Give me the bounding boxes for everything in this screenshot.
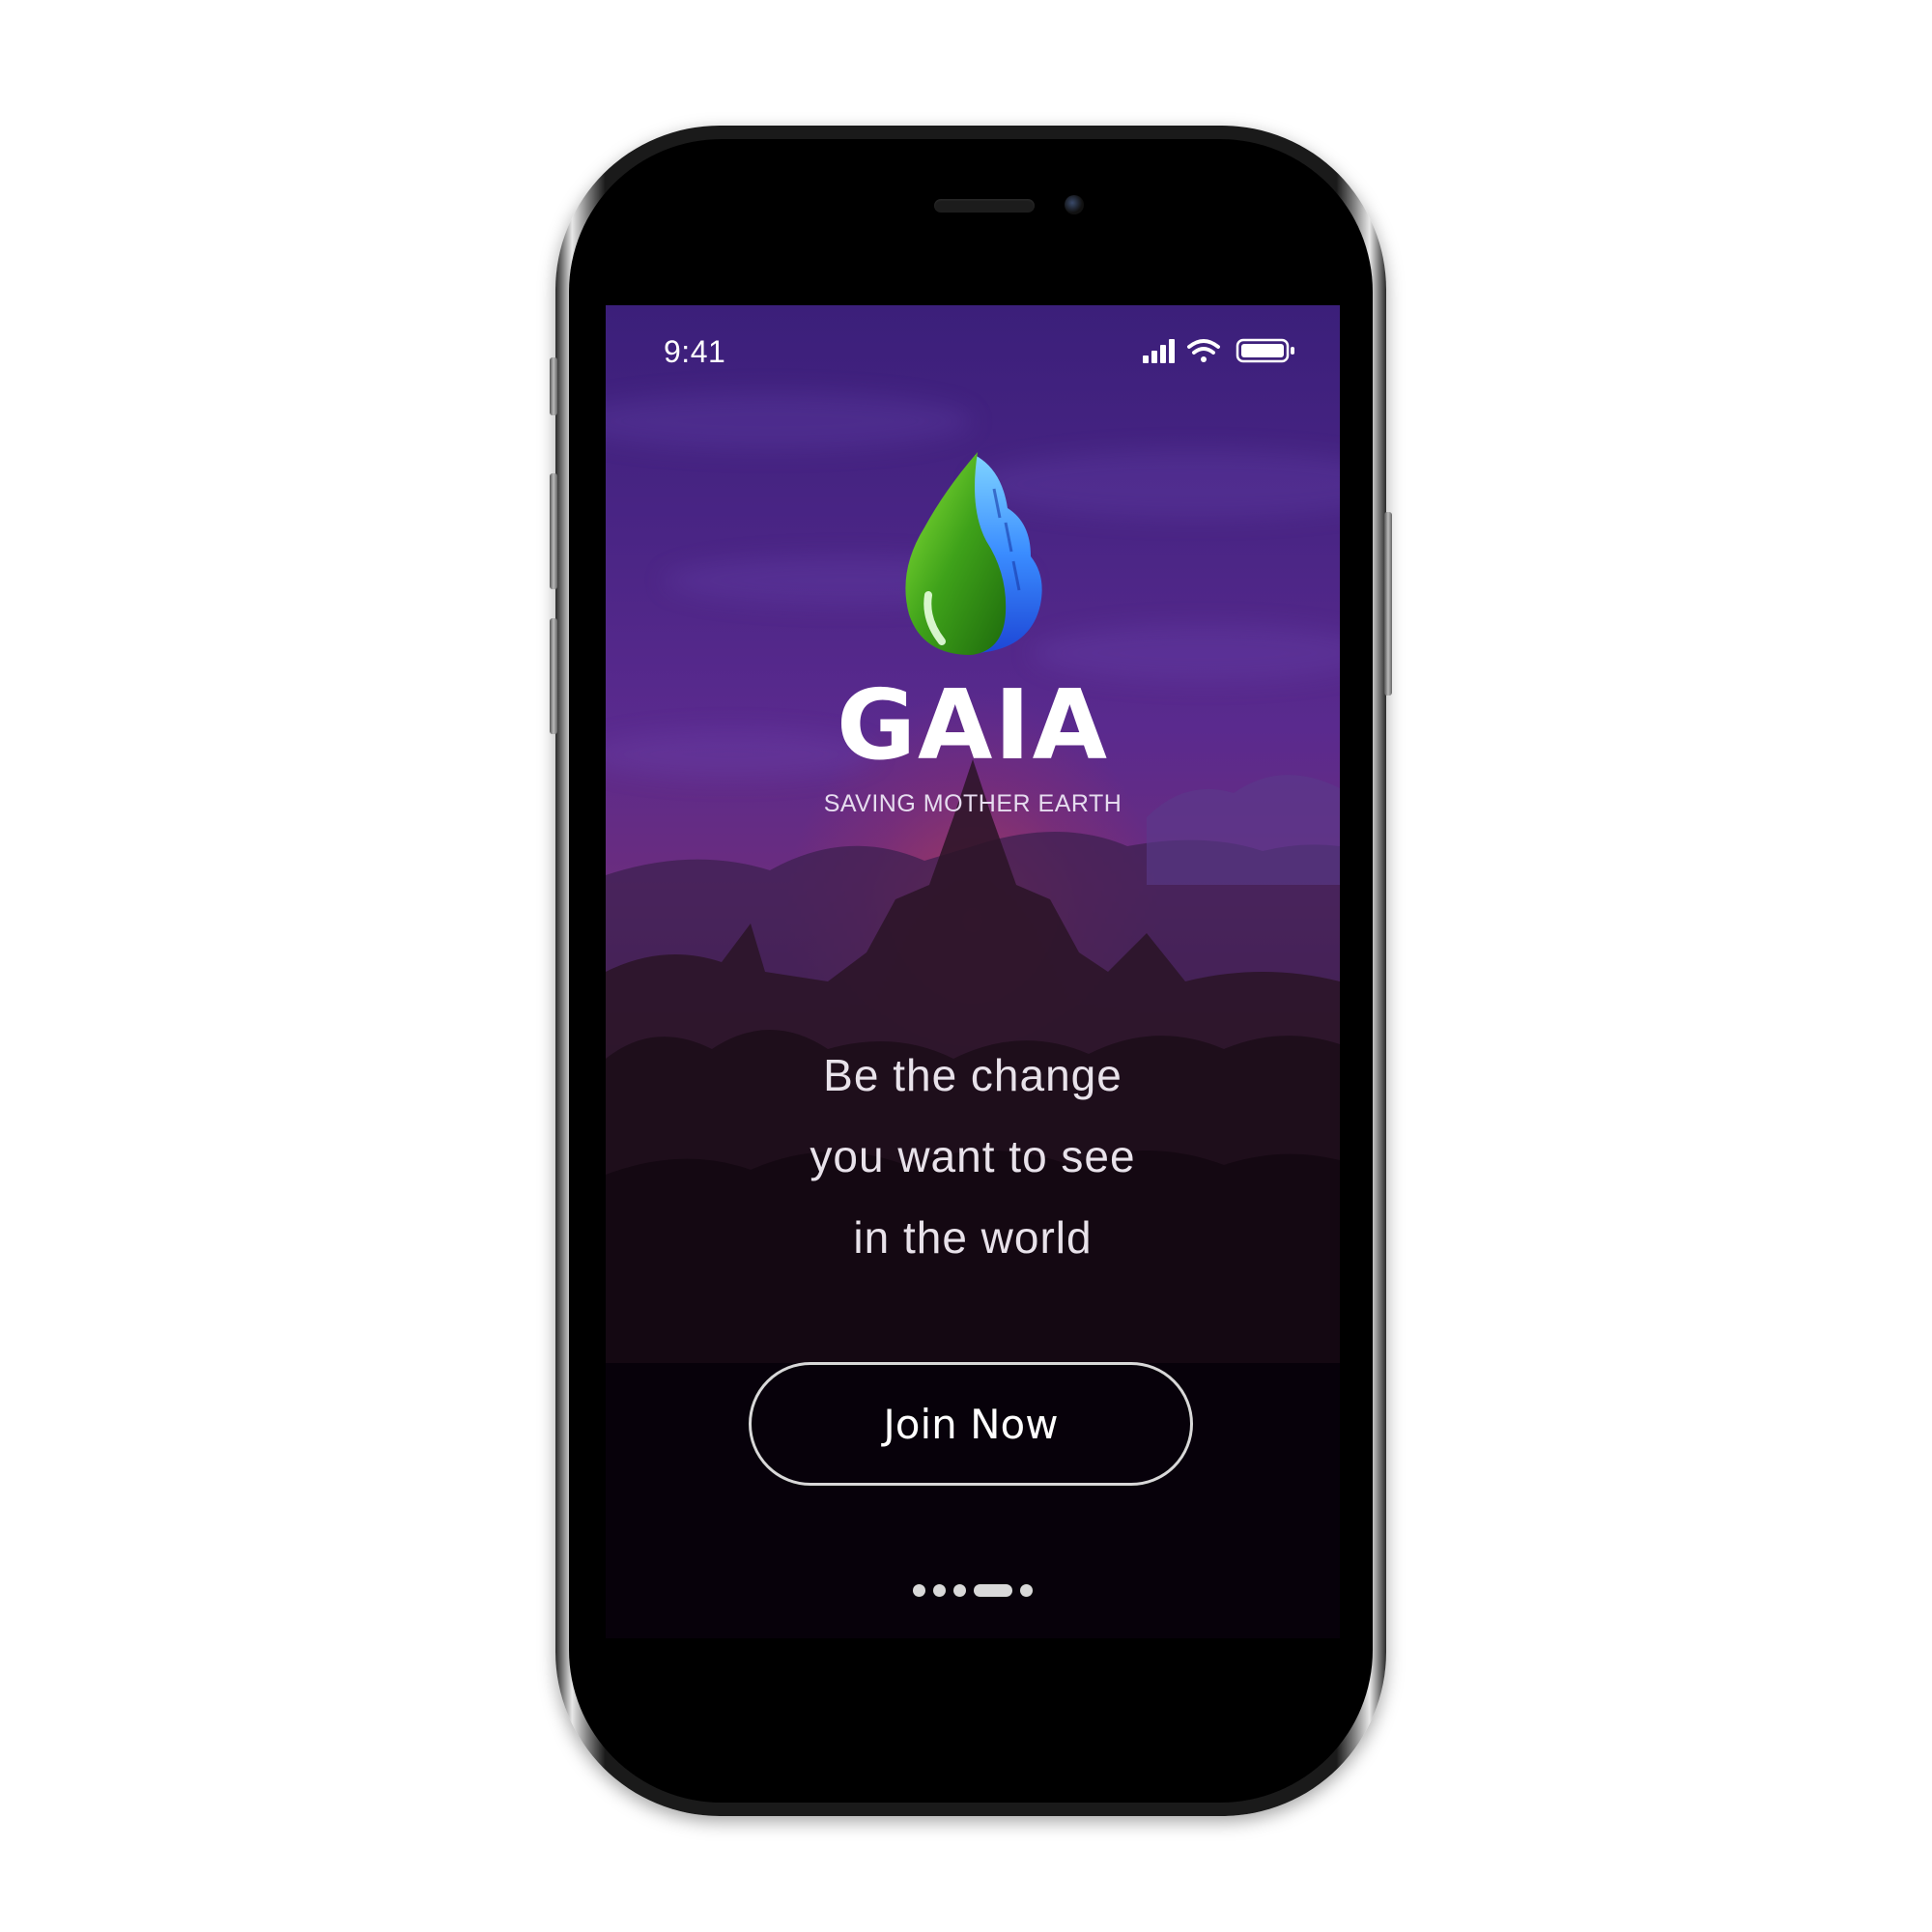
page-dot-active[interactable] [974,1583,1012,1597]
volume-down-button [550,618,557,734]
motto-line: Be the change [823,1050,1122,1100]
join-now-button[interactable]: Join Now [749,1362,1193,1486]
motto-text: Be the change you want to see in the wor… [606,1035,1340,1278]
motto-line: you want to see [810,1131,1136,1181]
status-time: 9:41 [664,334,726,369]
volume-up-button [550,473,557,589]
page-indicator [913,1582,1033,1598]
page-dot[interactable] [913,1583,925,1597]
brand-name: GAIA [836,668,1110,781]
cellular-signal-icon [1143,339,1175,363]
motto-line: in the world [853,1212,1093,1263]
app-screen: 9:41 GAIA SAVING MOTHER EARTH Be the cha… [606,305,1340,1638]
brand-tagline: SAVING MOTHER EARTH [823,790,1122,817]
power-button [1384,512,1392,696]
battery-icon [1236,338,1294,363]
page-dot[interactable] [953,1583,966,1597]
front-camera [1065,195,1084,214]
wifi-icon [1187,339,1220,362]
page-dot[interactable] [1020,1583,1033,1597]
status-icons [1143,338,1294,363]
earpiece-speaker [934,199,1035,213]
mute-switch [550,357,557,415]
leaf-flame-logo-icon [905,452,1042,655]
page-dot[interactable] [933,1583,946,1597]
